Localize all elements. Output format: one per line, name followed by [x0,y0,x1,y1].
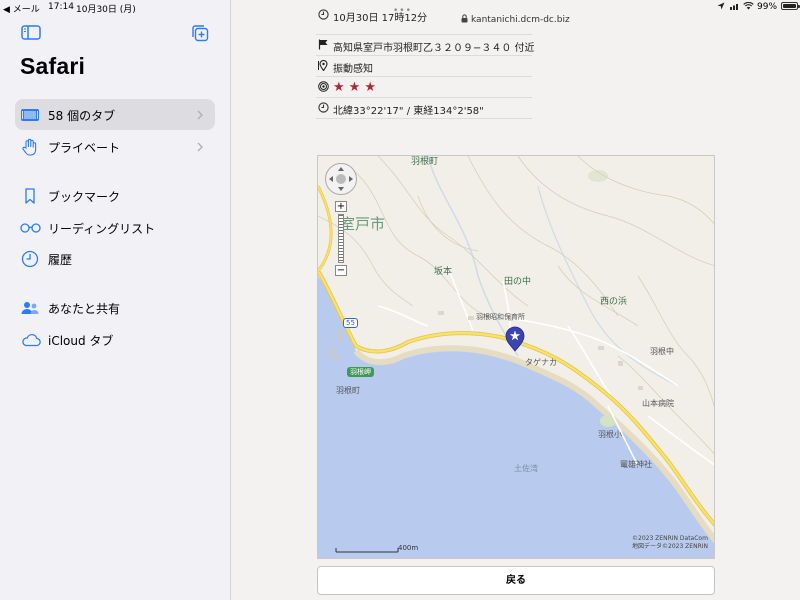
map-pan-control[interactable] [325,163,357,195]
epicenter-marker [505,326,525,352]
map-label: 羽根昭和保育所 [476,313,525,321]
tabs-icon [20,105,40,125]
map-copyright: ©2023 ZENRIN DataCom 地図データ©2023 ZENRIN [632,535,708,551]
clock-icon [20,249,40,269]
zoom-slider[interactable] [338,214,344,263]
cloud-icon [20,330,41,350]
info-text: 北緯33°22'17" / 東経134°2'58" [333,106,484,117]
sidebar-item-tabs[interactable]: 58 個のタブ [15,99,215,130]
map-label: 坂本 [434,267,453,277]
map-label: 西の浜 [600,297,628,307]
map-label: タゲナカ [525,358,557,367]
wifi-icon [743,1,754,13]
zoom-in-button[interactable]: + [335,201,347,212]
sidebar-item-label: プライベート [48,141,121,155]
new-tab-group-icon[interactable] [191,24,209,42]
battery-percent: 99% [757,2,778,12]
map-view[interactable]: 羽根町 室戸市 坂本 田の中 西の浜 羽根昭和保育所 羽根中 タゲナカ 羽根岬 … [317,155,715,559]
status-date: 10月30日 (月) [76,5,136,15]
info-row-address: 高知県室戸市羽根町乙３２０９−３４０ 付近 [316,35,535,56]
sidebar-item-label: ブックマーク [48,190,121,204]
sidebar-item-private[interactable]: プライベート [15,131,215,162]
clock-icon [318,102,329,113]
pin-icon [318,59,329,72]
map-label: 土佐湾 [514,464,538,473]
info-text: 高知県室戸市羽根町乙３２０９−３４０ 付近 [333,43,535,54]
sidebar-item-history[interactable]: 履歴 [15,243,215,274]
status-time: 17:14 [48,2,74,12]
sidebar-item-label: iCloud タブ [48,334,114,348]
sidebar-item-bookmarks[interactable]: ブックマーク [15,180,215,211]
map-label: 羽根町 [336,386,360,395]
info-row-intensity: ★ ★ ★ [316,77,532,98]
map-scale-label: 400m [398,544,419,552]
quake-info-list: 10月30日 17時12分 高知県室戸市羽根町乙３２０９−３４０ 付近 振動感知… [316,9,535,119]
sidebar-item-icloud-tabs[interactable]: iCloud タブ [15,324,215,355]
map-label: 竃雄神社 [620,460,652,469]
status-bar: ◀ メール 17:14 10月30日 (月) 99% [0,0,800,15]
sidebar-item-label: リーディングリスト [48,222,156,236]
signal-icon [318,81,329,92]
map-label: 田の中 [504,277,532,287]
map-label: 羽根中 [650,347,674,356]
hand-icon [20,137,40,157]
map-zoom-control: + − [335,201,347,277]
glasses-icon [20,218,41,238]
sidebar-title: Safari [20,53,86,79]
sidebar-item-shared-with-you[interactable]: あなたと共有 [15,292,215,323]
intensity-stars: ★ ★ ★ [333,81,380,94]
copyright-line: 地図データ©2023 ZENRIN [632,543,708,550]
pan-arrows-icon [329,167,353,191]
web-content: ••• kantanichi.dcm-dc.biz 10月30日 17時12分 … [231,0,800,600]
info-row-detection: 振動感知 [316,56,532,77]
sidebar-item-label: 58 個のタブ [48,109,116,123]
sidebar-item-label: あなたと共有 [48,302,121,316]
star-icon: ★ [364,80,376,95]
sidebar-item-reading-list[interactable]: リーディングリスト [15,212,215,243]
star-icon: ★ [348,80,361,95]
copyright-line: ©2023 ZENRIN DataCom [632,535,708,542]
map-label: 山本病院 [642,399,674,408]
battery-icon [779,2,800,12]
route-shield: 55 [343,318,358,328]
info-text: 振動感知 [333,64,373,75]
sidebar-toggle-icon[interactable] [21,25,41,40]
back-to-app-link[interactable]: ◀ メール [3,2,40,15]
info-row-coordinates: 北緯33°22'17" / 東経134°2'58" [316,98,532,119]
map-label: 羽根小 [598,430,622,439]
zoom-out-button[interactable]: − [335,265,347,276]
sidebar: Safari 58 個のタブ プライベート ブックマーク リーディングリスト 履… [0,0,231,600]
star-icon: ★ [333,80,345,95]
shared-with-you-icon [20,298,40,318]
back-button[interactable]: 戻る [317,566,715,595]
info-row-time: 10月30日 17時12分 [316,9,532,35]
location-icon [717,2,725,13]
flag-icon [318,39,329,50]
bookmark-icon [20,186,40,206]
chevron-right-icon [196,107,204,121]
chevron-right-icon [196,139,204,153]
signal-icon [730,2,740,13]
map-label: 羽根岬 [347,367,374,377]
sidebar-item-label: 履歴 [48,253,73,267]
map-label: 羽根町 [411,157,439,167]
